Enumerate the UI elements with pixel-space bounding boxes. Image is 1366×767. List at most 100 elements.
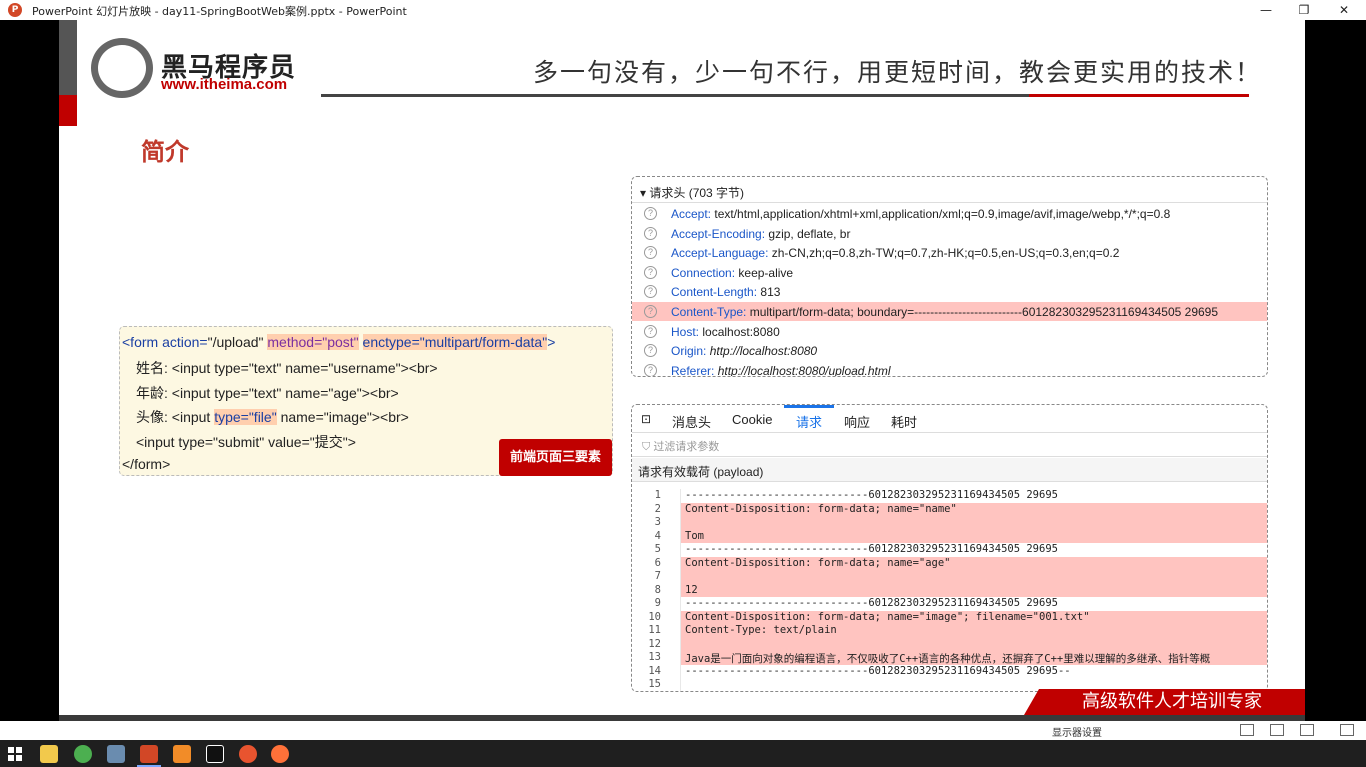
payload-line: 4 Tom [632,530,1267,544]
code-action-value: "/upload" [207,334,264,350]
request-headers-panel: ▾ 请求头 (703 字节) ? Accept: text/html,applic… [631,176,1268,377]
line-number: 13 [648,651,661,663]
payload-line: 10 Content-Disposition: form-data; name="… [632,611,1267,625]
header-key: Origin: [671,344,707,359]
filter-request-params-input[interactable]: ⛉ 过滤请求参数 [632,433,1267,457]
powerpoint-taskbar-icon[interactable] [140,745,158,763]
slide-heading: 简介 [141,138,189,166]
reading-view-icon[interactable] [1300,724,1314,736]
app-icon[interactable] [107,745,125,763]
tab-response[interactable]: 响应 [844,412,870,431]
request-header-row: ? Accept-Encoding: gzip, deflate, br [632,224,1267,243]
code-line-4-b: name="image"><br> [276,409,409,425]
header-value: 813 [760,285,781,300]
header-key-value: Content-Type: multipart/form-data; bound… [671,305,1218,319]
payload-code-area: 1 -----------------------------6012823032… [632,489,1267,691]
file-explorer-icon[interactable] [40,745,58,763]
line-number: 6 [654,556,661,569]
code-type-file-highlight: type="file" [214,409,277,425]
header-key-value: Accept-Language: zh-CN,zh;q=0.8,zh-TW;q=… [671,246,1119,260]
intellij-icon[interactable] [206,745,224,763]
firefox-icon[interactable] [271,745,289,763]
window-title: PowerPoint 幻灯片放映 - day11-SpringBootWeb案例… [32,5,407,18]
line-text: -----------------------------60128230329… [685,543,1058,555]
header-key-value: Accept: text/html,application/xhtml+xml,… [671,207,1170,221]
restore-button[interactable]: ❐ [1284,1,1324,19]
help-icon[interactable]: ? [644,246,657,260]
line-number: 14 [648,664,661,677]
slideshow-status-bar: 显示器设置 [0,721,1366,740]
payload-section-title[interactable]: 请求有效载荷 (payload) [632,458,1267,482]
line-text: -----------------------------60128230329… [685,489,1058,501]
help-icon[interactable]: ? [644,305,657,318]
windows-start-icon[interactable] [8,747,22,761]
help-icon[interactable]: ? [644,265,657,279]
chrome-icon[interactable] [74,745,92,763]
line-number: 3 [654,516,661,528]
tab-headers[interactable]: 消息头 [672,412,711,431]
code-tag-close: > [547,334,556,350]
app-icon-2[interactable] [173,745,191,763]
payload-line: 6 Content-Disposition: form-data; name="a… [632,557,1267,571]
payload-line: 2 Content-Disposition: form-data; name="n… [632,503,1267,517]
code-line-4: 头像: <input type="file" name="image"><br> [136,407,409,427]
request-headers-title[interactable]: ▾ 请求头 (703 字节) [632,177,1267,203]
logo-url: www.itheima.com [161,76,288,93]
payload-line: 7 [632,570,1267,584]
code-method-highlight: method="post" [267,334,359,350]
powerpoint-icon: P [8,3,22,17]
request-header-row: ? Connection: keep-alive [632,263,1267,282]
header-key: Referer: [671,363,715,377]
header-key-value: Content-Length: 813 [671,285,780,299]
line-number: 8 [654,583,661,596]
code-enctype-highlight: enctype="multipart/form-data" [362,334,548,350]
payload-line: 1 -----------------------------6012823032… [632,489,1267,503]
payload-line: 8 12 [632,584,1267,598]
slideshow-icon[interactable] [1340,724,1354,736]
payload-line: 5 -----------------------------6012823032… [632,543,1267,557]
normal-view-icon[interactable] [1240,724,1254,736]
header-value: zh-CN,zh;q=0.8,zh-TW;q=0.7,zh-HK;q=0.5,e… [771,246,1120,261]
line-number: 10 [648,610,661,623]
display-settings-button[interactable]: 显示器设置 [1052,724,1102,739]
help-icon[interactable]: ? [644,207,657,220]
line-number: 11 [648,624,661,636]
header-key: Connection: [671,265,736,280]
help-icon[interactable]: ? [644,344,657,358]
line-number: 7 [654,570,661,582]
tab-request[interactable]: 请求 [796,412,822,431]
line-text: Content-Type: text/plain [685,624,837,636]
code-line-5: <input type="submit" value="提交"> [136,434,356,450]
header-value: keep-alive [738,265,794,280]
help-icon[interactable]: ? [644,226,657,240]
help-icon[interactable]: ? [644,324,657,338]
horse-logo-icon [91,38,153,98]
help-icon[interactable]: ? [644,363,657,376]
filter-icon: ⛉ [642,441,651,453]
close-button[interactable]: ✕ [1324,1,1364,19]
filter-placeholder: 过滤请求参数 [653,441,720,453]
minimize-button[interactable]: — [1246,1,1286,19]
payload-line: 14 -----------------------------601282303… [632,665,1267,679]
panel-toggle-icon[interactable]: ⊡ [641,412,651,426]
help-icon[interactable]: ? [644,285,657,299]
slogan-banner: 高级软件人才培训专家 [1039,689,1305,715]
payload-line: 12 [632,638,1267,652]
slide-sorter-icon[interactable] [1270,724,1284,736]
header-value: http://localhost:8080 [709,344,818,359]
app-icon-3[interactable] [239,745,257,763]
tab-timing[interactable]: 耗时 [891,412,917,431]
banner-triangle [1024,689,1039,715]
payload-line: 13 Java是一门面向对象的编程语言，不仅吸收了C++语言的各种优点，还摒弃了C… [632,651,1267,665]
slide-left-bar [59,20,77,95]
line-text: -----------------------------60128230329… [685,597,1058,609]
slogan: 多一句没有，少一句不行，用更短时间，教会更实用的技术！ [533,58,1263,87]
tab-cookie[interactable]: Cookie [732,412,772,427]
window-titlebar: P PowerPoint 幻灯片放映 - day11-SpringBootWeb… [0,0,1366,20]
line-number: 4 [654,529,661,542]
header-value: text/html,application/xhtml+xml,applicat… [714,207,1171,221]
payload-line: 9 -----------------------------6012823032… [632,597,1267,611]
header-value: localhost:8080 [702,324,780,339]
code-line-1: <form action="/upload" method="post" enc… [122,334,555,350]
line-text: Tom [685,529,704,542]
